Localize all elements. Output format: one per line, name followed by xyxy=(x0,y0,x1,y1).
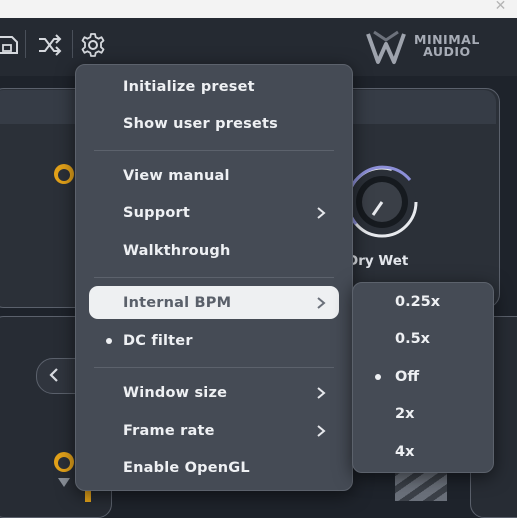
submenu-item-label: Off xyxy=(395,369,420,385)
checked-dot-icon xyxy=(106,338,112,344)
menu-item-show-user-presets[interactable]: Show user presets xyxy=(76,106,352,142)
dry-wet-label: Dry Wet xyxy=(347,253,409,269)
menu-item-label: Internal BPM xyxy=(123,295,232,311)
menu-item-label: Walkthrough xyxy=(123,243,231,259)
menu-item-label: Initialize preset xyxy=(123,79,255,95)
triangle-down-icon[interactable] xyxy=(57,476,71,488)
dry-wet-knob[interactable] xyxy=(344,160,424,240)
menu-item-frame-rate[interactable]: Frame rate xyxy=(76,413,352,449)
menu-item-label: View manual xyxy=(123,168,230,184)
minimal-audio-logo-icon xyxy=(366,30,406,64)
toolbar-separator xyxy=(72,30,73,58)
chevron-right-icon xyxy=(317,425,326,437)
menu-item-window-size[interactable]: Window size xyxy=(76,375,352,411)
submenu-item-off[interactable]: Off xyxy=(353,359,493,395)
hatched-area xyxy=(395,470,447,501)
menu-item-support[interactable]: Support xyxy=(76,195,352,231)
window-titlebar xyxy=(0,0,517,18)
shuffle-icon[interactable] xyxy=(37,32,63,58)
submenu-item-0-25x[interactable]: 0.25x xyxy=(353,284,493,320)
menu-item-walkthrough[interactable]: Walkthrough xyxy=(76,233,352,269)
menu-item-view-manual[interactable]: View manual xyxy=(76,158,352,194)
gear-icon[interactable] xyxy=(80,32,106,58)
logo-line-2: AUDIO xyxy=(423,44,471,59)
menu-item-label: Window size xyxy=(123,385,228,401)
chevron-right-icon xyxy=(317,387,326,399)
menu-separator xyxy=(94,277,334,278)
yellow-knob-icon[interactable] xyxy=(52,162,76,186)
menu-separator xyxy=(94,367,334,368)
submenu-item-label: 2x xyxy=(395,406,415,422)
submenu-item-4x[interactable]: 4x xyxy=(353,434,493,470)
toolbar-separator xyxy=(25,30,26,58)
submenu-item-label: 0.5x xyxy=(395,331,431,347)
menu-item-label: Support xyxy=(123,205,190,221)
menu-item-label: Show user presets xyxy=(123,116,278,132)
submenu-item-0-5x[interactable]: 0.5x xyxy=(353,321,493,357)
internal-bpm-submenu: 0.25x 0.5x Off 2x 4x xyxy=(352,282,494,473)
chevron-right-icon xyxy=(317,207,326,219)
yellow-knob-icon[interactable] xyxy=(52,450,76,474)
submenu-item-2x[interactable]: 2x xyxy=(353,396,493,432)
save-icon[interactable] xyxy=(0,32,26,58)
window-close-button[interactable]: ✕ xyxy=(484,0,517,18)
logo-text: MINIMAL AUDIO xyxy=(414,33,480,59)
menu-item-initialize-preset[interactable]: Initialize preset xyxy=(76,69,352,105)
chevron-left-icon xyxy=(49,368,58,382)
menu-item-internal-bpm[interactable]: Internal BPM xyxy=(76,285,352,321)
menu-item-label: DC filter xyxy=(123,333,193,349)
submenu-item-label: 4x xyxy=(395,444,415,460)
menu-item-label: Frame rate xyxy=(123,423,215,439)
checked-dot-icon xyxy=(375,374,381,380)
menu-separator xyxy=(94,150,334,151)
context-menu: Initialize preset Show user presets View… xyxy=(75,64,353,491)
menu-item-label: Enable OpenGL xyxy=(123,460,250,476)
menu-item-enable-opengl[interactable]: Enable OpenGL xyxy=(76,450,352,486)
submenu-item-label: 0.25x xyxy=(395,294,441,310)
chevron-right-icon xyxy=(317,297,326,309)
menu-item-dc-filter[interactable]: DC filter xyxy=(76,323,352,359)
